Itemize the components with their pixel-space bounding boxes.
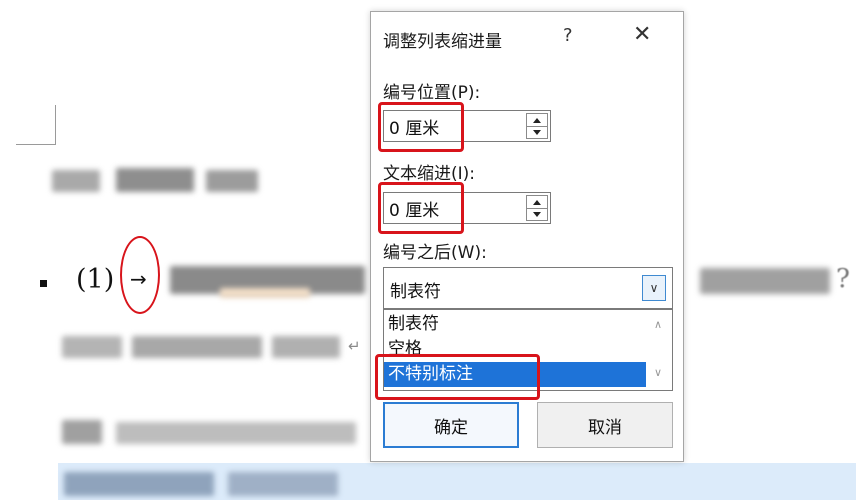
blurred-text xyxy=(52,170,100,192)
cancel-button[interactable]: 取消 xyxy=(537,402,673,448)
ok-button[interactable]: 确定 xyxy=(383,402,519,448)
dropdown-scrollbar[interactable]: ∧ ∨ xyxy=(646,310,672,390)
blurred-text xyxy=(220,288,310,298)
arrow-down-icon xyxy=(533,211,541,217)
number-position-spin-buttons xyxy=(526,113,548,139)
blurred-text xyxy=(206,170,258,192)
question-mark-char: ? xyxy=(836,264,850,294)
annotation-box xyxy=(378,182,464,234)
annotation-box xyxy=(375,354,540,400)
blurred-text xyxy=(228,472,338,496)
blurred-text xyxy=(62,420,102,444)
bullet-marker xyxy=(40,280,47,287)
blurred-text xyxy=(64,472,214,496)
arrow-down-icon xyxy=(533,129,541,135)
adjust-list-indent-dialog: 调整列表缩进量 ? ✕ 编号位置(P): 文本缩进(I): 编号之后(W): 制… xyxy=(370,11,684,462)
close-button[interactable]: ✕ xyxy=(633,22,651,47)
arrow-up-icon xyxy=(533,199,541,205)
margin-corner-mark xyxy=(16,144,56,145)
follow-number-label: 编号之后(W): xyxy=(383,243,487,263)
blurred-text xyxy=(62,336,122,358)
text-indent-spin-buttons xyxy=(526,195,548,221)
arrow-up-icon xyxy=(533,117,541,123)
dropdown-option-tab[interactable]: 制表符 xyxy=(384,312,646,337)
chevron-down-icon[interactable]: ∨ xyxy=(654,366,662,379)
dialog-title: 调整列表缩进量 xyxy=(383,32,502,52)
annotation-ellipse xyxy=(120,236,160,314)
blurred-text xyxy=(116,422,356,444)
list-number: (1) xyxy=(76,264,115,295)
margin-corner-mark-vertical xyxy=(55,105,56,145)
follow-number-selected-value: 制表符 xyxy=(390,282,441,302)
number-position-label: 编号位置(P): xyxy=(383,83,481,103)
blurred-text xyxy=(116,168,194,192)
follow-number-select[interactable]: 制表符 ∨ xyxy=(383,267,673,309)
chevron-up-icon[interactable]: ∧ xyxy=(654,318,662,331)
blurred-text xyxy=(132,336,262,358)
chevron-down-icon[interactable]: ∨ xyxy=(642,275,666,301)
paragraph-mark: ↵ xyxy=(348,337,361,355)
text-indent-decrement[interactable] xyxy=(527,208,547,220)
text-indent-label: 文本缩进(I): xyxy=(383,164,476,184)
help-button[interactable]: ? xyxy=(563,25,573,46)
blurred-text xyxy=(272,336,340,358)
number-position-decrement[interactable] xyxy=(527,126,547,138)
annotation-box xyxy=(378,102,464,152)
blurred-text xyxy=(700,268,830,294)
